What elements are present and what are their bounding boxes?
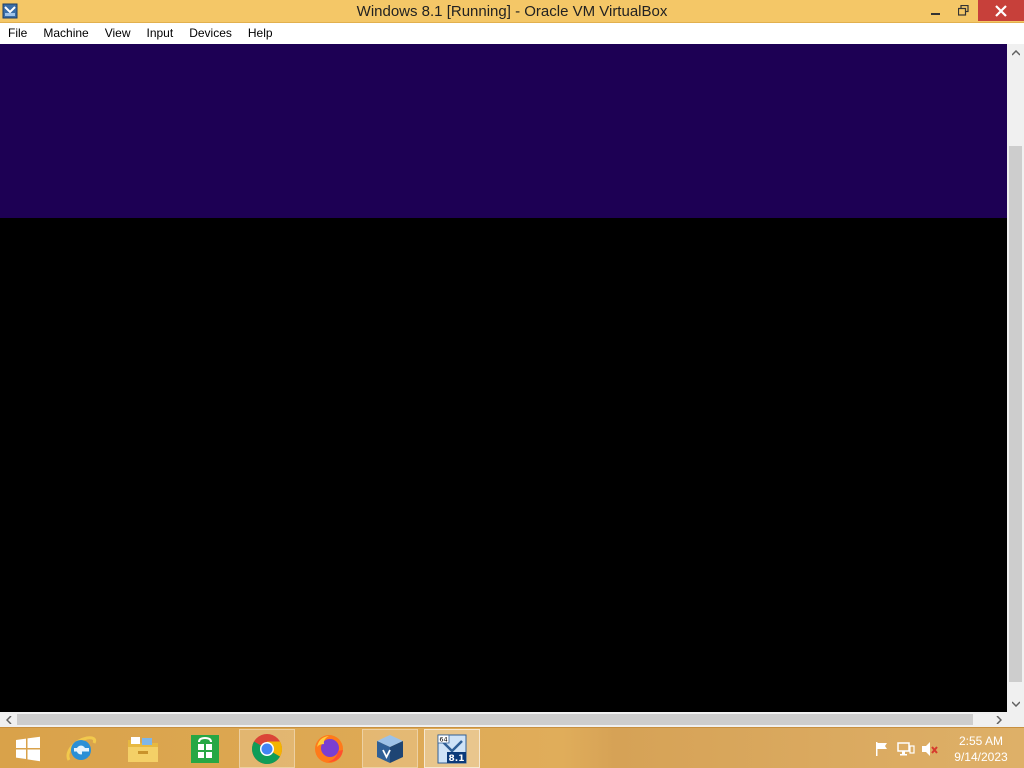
speaker-muted-icon bbox=[922, 742, 938, 756]
menu-bar: File Machine View Input Devices Help bbox=[0, 23, 1024, 44]
menu-devices[interactable]: Devices bbox=[189, 23, 232, 44]
menu-help[interactable]: Help bbox=[248, 23, 273, 44]
windows-8-1-vm-icon: 64 8.1 bbox=[437, 734, 467, 764]
flag-icon bbox=[876, 742, 887, 756]
taskbar-firefox[interactable] bbox=[301, 729, 357, 768]
store-icon bbox=[191, 734, 219, 763]
chevron-left-icon bbox=[5, 715, 12, 724]
folder-icon bbox=[128, 736, 158, 762]
scrollbar-corner bbox=[1007, 712, 1024, 727]
vm-badge-8-1: 8.1 bbox=[449, 754, 465, 764]
network-icon bbox=[897, 742, 915, 756]
taskbar: 64 8.1 2:55 AM 9/14/2023 bbox=[0, 727, 1024, 768]
vm-display-purple-band bbox=[0, 44, 1007, 218]
virtualbox-icon bbox=[377, 734, 403, 763]
chevron-up-icon bbox=[1011, 49, 1020, 56]
restore-icon bbox=[957, 5, 969, 16]
menu-input[interactable]: Input bbox=[147, 23, 174, 44]
windows-logo-icon bbox=[16, 736, 40, 761]
firefox-icon bbox=[315, 734, 343, 763]
close-icon bbox=[995, 4, 1007, 17]
menu-machine[interactable]: Machine bbox=[43, 23, 88, 44]
taskbar-store[interactable] bbox=[177, 729, 233, 768]
scroll-up-arrow[interactable] bbox=[1007, 44, 1024, 61]
horizontal-scroll-thumb[interactable] bbox=[17, 714, 973, 725]
volume-control[interactable] bbox=[921, 741, 939, 757]
chevron-right-icon bbox=[995, 715, 1002, 724]
action-center-flag[interactable] bbox=[873, 741, 891, 757]
chrome-icon bbox=[252, 733, 283, 764]
minimize-button[interactable] bbox=[922, 0, 950, 21]
chevron-down-icon bbox=[1011, 700, 1020, 707]
taskbar-virtualbox[interactable] bbox=[362, 729, 418, 768]
menu-file[interactable]: File bbox=[8, 23, 27, 44]
taskbar-windows-8-1-vm[interactable]: 64 8.1 bbox=[424, 729, 480, 768]
taskbar-chrome[interactable] bbox=[239, 729, 295, 768]
start-button[interactable] bbox=[0, 729, 56, 768]
network-status[interactable] bbox=[897, 741, 915, 757]
close-button[interactable] bbox=[978, 0, 1024, 21]
taskbar-internet-explorer[interactable] bbox=[53, 729, 109, 768]
scroll-down-arrow[interactable] bbox=[1007, 695, 1024, 712]
minimize-icon bbox=[931, 12, 940, 15]
vm-badge-64: 64 bbox=[439, 735, 447, 743]
taskbar-file-explorer[interactable] bbox=[115, 729, 171, 768]
vertical-scroll-thumb[interactable] bbox=[1009, 146, 1022, 682]
system-clock[interactable]: 2:55 AM 9/14/2023 bbox=[946, 733, 1016, 765]
menu-view[interactable]: View bbox=[105, 23, 131, 44]
ie-icon bbox=[66, 735, 97, 761]
vm-display[interactable] bbox=[0, 44, 1007, 712]
scroll-left-arrow[interactable] bbox=[0, 712, 17, 727]
title-bar[interactable]: Windows 8.1 [Running] - Oracle VM Virtua… bbox=[0, 0, 1024, 23]
clock-time: 2:55 AM bbox=[958, 734, 1004, 748]
window-title: Windows 8.1 [Running] - Oracle VM Virtua… bbox=[356, 3, 668, 20]
clock-date: 9/14/2023 bbox=[954, 750, 1008, 764]
vertical-scrollbar[interactable] bbox=[1007, 44, 1024, 712]
scroll-right-arrow[interactable] bbox=[990, 712, 1007, 727]
restore-button[interactable] bbox=[950, 0, 976, 21]
horizontal-scrollbar[interactable] bbox=[0, 712, 1007, 727]
